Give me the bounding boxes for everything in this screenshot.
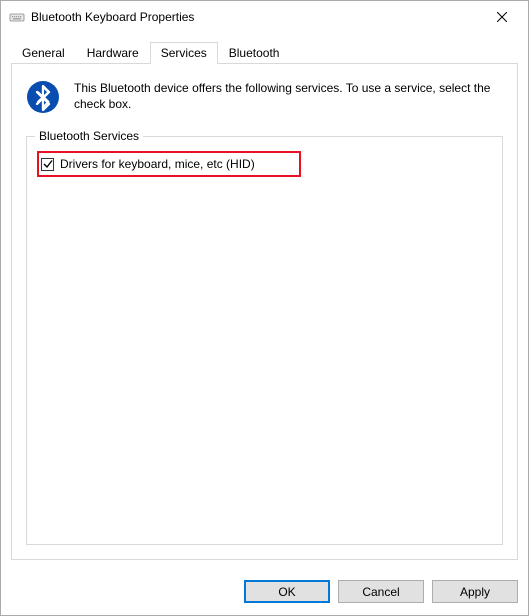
tab-label: Hardware	[87, 46, 139, 60]
tab-label: General	[22, 46, 65, 60]
tabstrip: General Hardware Services Bluetooth	[11, 41, 518, 63]
keyboard-icon	[9, 9, 25, 25]
apply-button[interactable]: Apply	[432, 580, 518, 603]
tab-general[interactable]: General	[11, 42, 76, 64]
tab-label: Services	[161, 46, 207, 60]
button-label: OK	[278, 585, 295, 599]
group-legend: Bluetooth Services	[35, 129, 143, 143]
service-item-hid[interactable]: Drivers for keyboard, mice, etc (HID)	[37, 151, 301, 177]
tab-bluetooth[interactable]: Bluetooth	[218, 42, 291, 64]
check-icon	[43, 159, 53, 169]
close-icon	[497, 12, 507, 22]
dialog-buttons: OK Cancel Apply	[1, 570, 528, 615]
tab-services[interactable]: Services	[150, 42, 218, 64]
bluetooth-icon	[26, 80, 60, 114]
bluetooth-services-group: Bluetooth Services Drivers for keyboard,…	[26, 136, 503, 545]
intro-row: This Bluetooth device offers the followi…	[26, 80, 503, 114]
close-button[interactable]	[482, 3, 522, 31]
properties-dialog: Bluetooth Keyboard Properties General Ha…	[0, 0, 529, 616]
ok-button[interactable]: OK	[244, 580, 330, 603]
button-label: Cancel	[362, 585, 399, 599]
tab-label: Bluetooth	[229, 46, 280, 60]
button-label: Apply	[460, 585, 490, 599]
titlebar: Bluetooth Keyboard Properties	[1, 1, 528, 33]
client-area: General Hardware Services Bluetooth	[1, 33, 528, 570]
tab-hardware[interactable]: Hardware	[76, 42, 150, 64]
window-title: Bluetooth Keyboard Properties	[31, 10, 482, 24]
cancel-button[interactable]: Cancel	[338, 580, 424, 603]
tab-panel-services: This Bluetooth device offers the followi…	[11, 63, 518, 560]
intro-text: This Bluetooth device offers the followi…	[74, 80, 503, 112]
checkbox-hid[interactable]	[41, 158, 54, 171]
service-label: Drivers for keyboard, mice, etc (HID)	[60, 157, 255, 171]
